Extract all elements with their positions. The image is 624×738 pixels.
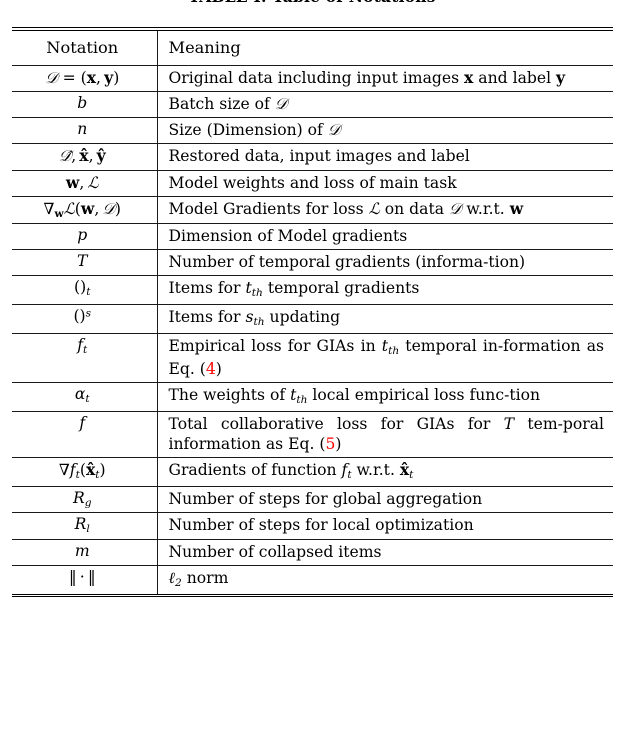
table-row: n Size (Dimension) of 𝒟 [12, 117, 613, 145]
column-header-meaning: Meaning [168, 37, 241, 57]
table-row: 𝒟 = (x, y) Original data including input… [12, 65, 613, 92]
table-row: T Number of temporal gradients (informa‑… [12, 249, 613, 277]
cell-notation: w, ℒ [12, 170, 158, 197]
cell-meaning: Empirical loss for GIAs in tth temporal … [157, 333, 613, 384]
caption-title: Table of Notations [272, 0, 435, 6]
cell-meaning: Model Gradients for loss ℒ on data 𝒟 w.r… [157, 196, 613, 224]
column-header-notation: Notation [12, 30, 158, 66]
cell-meaning: Number of steps for global aggregation [157, 486, 613, 514]
table-caption: TABLE I: Table of Notations [0, 0, 624, 6]
cell-notation: T [12, 249, 158, 277]
cell-notation: b [12, 91, 158, 119]
table-row: αt The weights of tth local empirical lo… [12, 382, 613, 412]
table-row: Rg Number of steps for global aggregatio… [12, 486, 613, 514]
cell-meaning: Gradients of function ft w.r.t. x̂t [157, 457, 613, 488]
cell-meaning: Number of temporal gradients (informa‑ti… [157, 249, 613, 277]
cell-meaning: ℓ2 norm [168, 568, 229, 589]
cell-meaning: Model weights and loss of main task [157, 170, 613, 197]
table-row: ()t Items for tth temporal gradients [12, 275, 613, 306]
cell-meaning: Original data including input images x a… [157, 65, 613, 92]
cell-notation: ()t [12, 275, 158, 306]
cell-meaning: Total collaborative loss for GIAs for T … [157, 411, 613, 459]
cell-meaning: Items for tth temporal gradients [157, 275, 613, 306]
notations-table-wrapper: Notation Meaning 𝒟 = (x, y) Original dat… [12, 27, 613, 598]
page-root: TABLE I: Table of Notations Notation Mea… [0, 0, 624, 738]
header-row: Notation Meaning [12, 30, 613, 66]
table-row: ft Empirical loss for GIAs in tth tempor… [12, 333, 613, 384]
cell-meaning: Restored data, input images and label [157, 143, 613, 171]
cell-notation: m [12, 539, 158, 566]
cell-notation: ()s [12, 304, 158, 334]
cell-notation: 𝒟 = (x, y) [12, 65, 158, 92]
table-row: b Batch size of 𝒟 [12, 91, 613, 119]
table-row: m Number of collapsed items [12, 539, 613, 566]
table-row: ∇ft(x̂t) Gradients of function ft w.r.t.… [12, 457, 613, 488]
cell-notation: n [12, 117, 158, 145]
table-row: ‖ · ‖ ℓ2 norm [12, 565, 613, 594]
table-header: Notation Meaning [12, 30, 613, 66]
cell-notation: Rg [12, 486, 158, 514]
cell-notation: ∇wℒ(w, 𝒟) [12, 196, 158, 224]
caption-label: TABLE I: [188, 0, 267, 6]
cell-notation: ft [12, 333, 158, 384]
cell-notation: 𝒟̂, x̂, ŷ [12, 143, 158, 171]
table-row: p Dimension of Model gradients [12, 223, 613, 251]
cell-meaning: Size (Dimension) of 𝒟 [157, 117, 613, 145]
equation-ref-link[interactable]: 4 [206, 360, 216, 378]
cell-meaning: Dimension of Model gradients [157, 223, 613, 251]
table-row: Rl Number of steps for local optimizatio… [12, 512, 613, 540]
notations-table: Notation Meaning 𝒟 = (x, y) Original dat… [12, 30, 613, 594]
cell-meaning: Number of collapsed items [157, 539, 613, 566]
table-row: f Total collaborative loss for GIAs for … [12, 411, 613, 459]
table-row: w, ℒ Model weights and loss of main task [12, 170, 613, 197]
cell-notation: f [12, 411, 158, 459]
equation-ref-link[interactable]: 5 [326, 435, 336, 453]
cell-meaning: The weights of tth local empirical loss … [157, 382, 613, 412]
table-body: 𝒟 = (x, y) Original data including input… [12, 65, 613, 594]
cell-meaning: Batch size of 𝒟 [157, 91, 613, 119]
cell-notation: αt [12, 382, 158, 412]
cell-notation: p [12, 223, 158, 251]
cell-meaning: Items for sth updating [157, 304, 613, 334]
cell-notation: ‖ · ‖ [12, 565, 158, 594]
table-row: 𝒟̂, x̂, ŷ Restored data, input images a… [12, 143, 613, 171]
table-bottom-rule [12, 593, 613, 598]
table-row: ()s Items for sth updating [12, 304, 613, 334]
table-row: ∇wℒ(w, 𝒟) Model Gradients for loss ℒ on … [12, 196, 613, 224]
cell-notation: ∇ft(x̂t) [12, 457, 158, 488]
cell-meaning: Number of steps for local optimization [157, 512, 613, 540]
cell-notation: Rl [12, 512, 158, 540]
